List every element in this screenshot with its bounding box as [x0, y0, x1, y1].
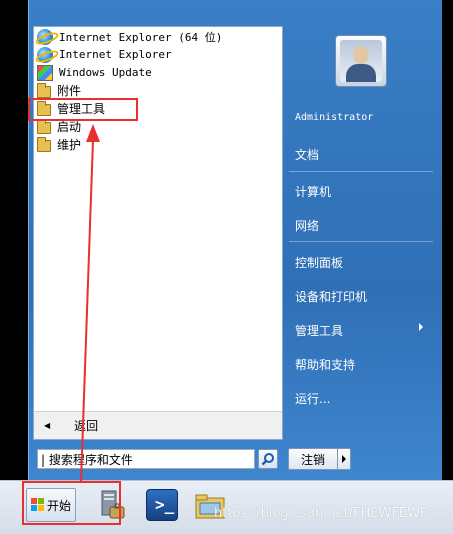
devices-printers-link[interactable]: 设备和打印机 — [295, 288, 367, 305]
user-name-link[interactable]: Administrator — [295, 112, 373, 123]
internet-explorer-icon — [37, 28, 53, 45]
run-link[interactable]: 运行... — [295, 390, 330, 407]
program-label: Internet Explorer — [59, 48, 172, 61]
programs-pane: Internet Explorer (64 位) Internet Explor… — [33, 26, 283, 440]
chevron-right-icon — [342, 455, 346, 463]
folder-icon — [37, 118, 51, 134]
documents-link[interactable]: 文档 — [295, 146, 319, 163]
user-avatar-icon — [340, 40, 382, 82]
internet-explorer-icon — [37, 46, 53, 63]
control-panel-link[interactable]: 控制面板 — [295, 254, 343, 271]
program-item-ie64[interactable]: Internet Explorer (64 位) — [37, 28, 222, 45]
program-label: Internet Explorer (64 位) — [59, 30, 223, 44]
triangle-left-icon: ◀ — [44, 421, 51, 430]
user-avatar-frame[interactable] — [335, 35, 387, 87]
highlight-box-start — [22, 481, 121, 525]
logoff-button[interactable]: 注销 — [288, 448, 338, 470]
separator — [289, 241, 433, 242]
back-label: 返回 — [74, 419, 99, 433]
watermark: https://blog.csdn.net/FHEWFEWF — [214, 506, 428, 521]
search-input-text: | 搜索程序和文件 — [41, 452, 133, 467]
search-icon — [261, 453, 274, 466]
windows-update-icon — [37, 64, 53, 81]
network-link[interactable]: 网络 — [295, 217, 319, 234]
program-item-accessories[interactable]: 附件 — [37, 82, 81, 99]
shutdown-options-button[interactable] — [337, 448, 351, 470]
admin-tools-link[interactable]: 管理工具 — [295, 322, 343, 339]
back-button[interactable]: ◀ 返回 — [34, 411, 282, 439]
program-label: 附件 — [57, 84, 82, 98]
help-support-link[interactable]: 帮助和支持 — [295, 356, 355, 373]
right-pane: Administrator 文档 计算机 网络 控制面板 设备和打印机 管理工具… — [285, 26, 437, 440]
folder-icon — [37, 136, 51, 152]
highlight-box-admin-tools — [28, 98, 138, 121]
chevron-right-icon — [419, 323, 423, 331]
program-label: Windows Update — [59, 66, 152, 79]
program-item-maintenance[interactable]: 维护 — [37, 136, 81, 153]
computer-link[interactable]: 计算机 — [295, 183, 331, 200]
separator — [289, 171, 433, 172]
program-item-ie[interactable]: Internet Explorer — [37, 46, 172, 63]
powershell-icon: >_ — [155, 495, 175, 514]
folder-icon — [37, 82, 51, 98]
search-input[interactable]: | 搜索程序和文件 — [37, 449, 255, 469]
program-label: 维护 — [57, 138, 82, 152]
program-item-windows-update[interactable]: Windows Update — [37, 64, 152, 81]
start-menu: Internet Explorer (64 位) Internet Explor… — [28, 0, 442, 480]
powershell-taskbar-button[interactable]: >_ — [146, 489, 178, 521]
search-button[interactable] — [258, 449, 278, 469]
